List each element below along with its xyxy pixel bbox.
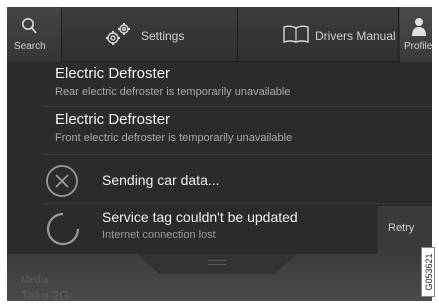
divider bbox=[43, 203, 432, 204]
divider bbox=[43, 106, 432, 107]
search-icon bbox=[22, 18, 37, 34]
notification-title: Electric Defroster bbox=[55, 111, 171, 128]
center-display: Search Settings Drivers Manual Profile E… bbox=[7, 7, 432, 301]
top-bar: Search Settings Drivers Manual Profile bbox=[7, 7, 432, 62]
settings-button[interactable]: Settings bbox=[63, 7, 238, 62]
service-tag-row: Service tag couldn't be updated Internet… bbox=[7, 206, 432, 250]
service-tag-status-subtext: Internet connection lost bbox=[102, 229, 216, 241]
settings-label: Settings bbox=[141, 29, 185, 43]
notification-subtitle: Front electric defroster is temporarily … bbox=[55, 132, 293, 144]
handle-grip-icon bbox=[208, 260, 226, 268]
service-tag-status-text: Service tag couldn't be updated bbox=[102, 209, 298, 225]
background-tile-label: Media bbox=[21, 275, 49, 286]
profile-label: Profile bbox=[404, 41, 432, 52]
drivers-manual-button[interactable]: Drivers Manual bbox=[239, 7, 399, 62]
profile-button[interactable]: Profile bbox=[400, 7, 432, 62]
search-button[interactable]: Search bbox=[7, 7, 62, 62]
sending-status-text: Sending car data... bbox=[102, 172, 220, 188]
notification-rear-defroster[interactable]: Electric Defroster Rear electric defrost… bbox=[55, 65, 290, 98]
search-label: Search bbox=[14, 41, 46, 52]
divider bbox=[43, 154, 432, 155]
loading-spinner-icon bbox=[46, 212, 80, 246]
book-icon bbox=[283, 25, 309, 43]
figure-code-text: G053621 bbox=[424, 253, 434, 291]
notification-front-defroster[interactable]: Electric Defroster Front electric defros… bbox=[55, 111, 292, 144]
notification-subtitle: Rear electric defroster is temporarily u… bbox=[55, 86, 291, 98]
retry-label: Retry bbox=[388, 222, 415, 234]
notification-title: Electric Defroster bbox=[55, 65, 171, 82]
cancel-circle-icon[interactable] bbox=[45, 164, 79, 198]
figure-code-tag: G053621 bbox=[421, 247, 435, 297]
sending-car-data-row: Sending car data... bbox=[7, 159, 432, 203]
drivers-manual-label: Drivers Manual bbox=[315, 29, 396, 43]
profile-icon bbox=[412, 18, 426, 36]
gear-icon bbox=[106, 23, 130, 45]
background-tile-value: Tako 2G bbox=[21, 288, 70, 301]
